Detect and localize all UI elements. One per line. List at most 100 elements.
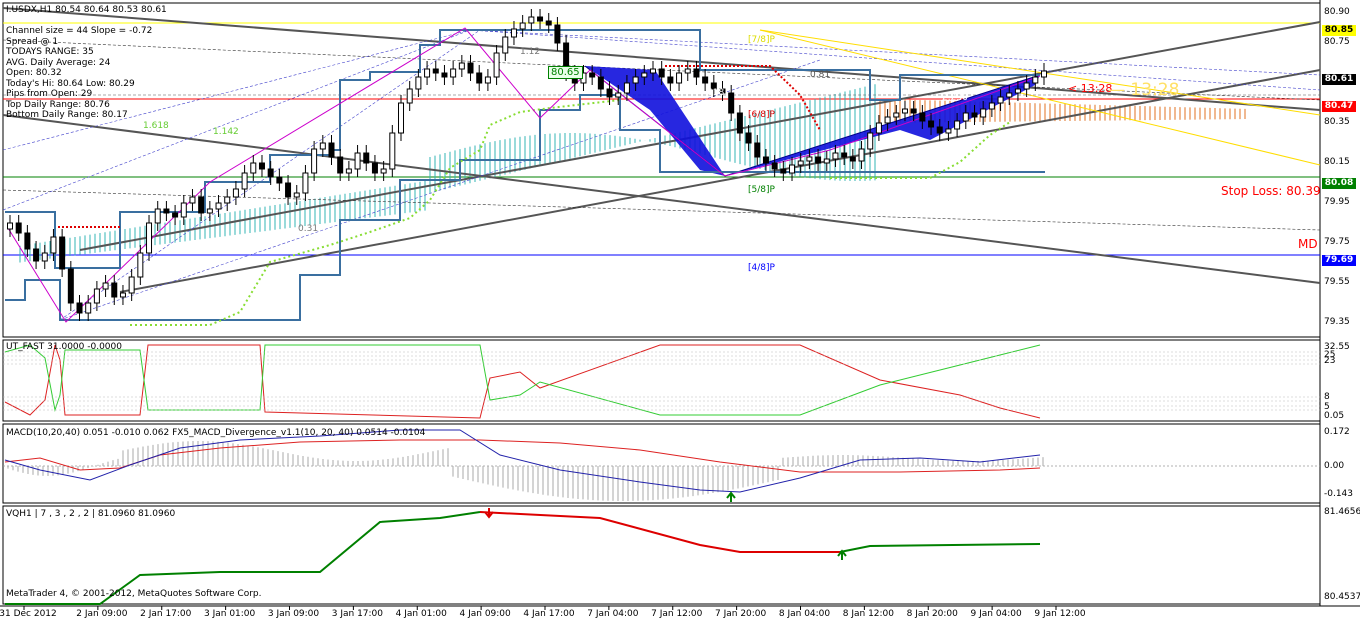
candle-body xyxy=(311,148,318,174)
candle-body xyxy=(841,152,848,158)
candle-body xyxy=(589,72,596,78)
price-tick: 80.35 xyxy=(1324,117,1350,127)
candle-body xyxy=(597,76,604,90)
candle-body xyxy=(111,282,118,298)
candle-body xyxy=(815,156,822,164)
candle-body xyxy=(919,112,926,122)
candle-body xyxy=(232,188,239,198)
candle-body xyxy=(67,268,74,304)
candle-body xyxy=(276,176,283,184)
copyright-text: MetaTrader 4, © 2001-2012, MetaQuotes So… xyxy=(6,589,262,599)
candle-body xyxy=(910,108,917,114)
fib-1618-label: 1.618 xyxy=(143,121,169,131)
candle-body xyxy=(319,142,326,150)
price-tick: 79.55 xyxy=(1324,277,1350,287)
candle-body xyxy=(180,202,187,218)
info-line: Bottom Daily Range: 80.17 xyxy=(6,110,128,120)
time-tick: 9 Jan 04:00 xyxy=(970,609,1022,619)
price-tick: 79.75 xyxy=(1324,237,1350,247)
candle-body xyxy=(33,248,40,262)
candle-body xyxy=(128,276,135,294)
candle-body xyxy=(302,172,309,194)
murrey-level-label: [5/8]P xyxy=(748,185,775,195)
ohlc-values: 80.54 80.64 80.53 80.61 xyxy=(55,5,167,15)
info-line: Top Daily Range: 80.76 xyxy=(6,99,110,110)
chart-window[interactable]: I.USDX,H1 80.54 80.64 80.53 80.61 Channe… xyxy=(0,0,1360,622)
candle-body xyxy=(424,68,431,78)
candle-body xyxy=(901,108,908,114)
candle-body xyxy=(250,162,257,174)
candle-body xyxy=(137,252,144,278)
candle-body xyxy=(102,282,109,290)
ut-fast-tick: 8 xyxy=(1324,392,1330,402)
price-label-box: 80.65 xyxy=(548,66,583,79)
fib-2236-label: 2.236 xyxy=(942,93,968,103)
candle-body xyxy=(41,252,48,262)
time-tick: 9 Jan 12:00 xyxy=(1034,609,1086,619)
candle-body xyxy=(1014,88,1021,94)
macd-tick: 0.00 xyxy=(1324,461,1345,471)
candle-body xyxy=(484,76,491,84)
time-label-big: — 13:28 xyxy=(1108,80,1180,100)
fib-081-label: 0.81 xyxy=(810,70,831,80)
time-tick: 8 Jan 12:00 xyxy=(842,609,895,619)
time-tick: 8 Jan 20:00 xyxy=(906,609,958,619)
candle-body xyxy=(754,142,761,158)
price-box: 80.08 xyxy=(1322,178,1356,189)
candle-body xyxy=(884,116,891,124)
candle-body xyxy=(15,222,22,234)
candle-body xyxy=(997,96,1004,104)
vqh-label: VQH1 | 7 , 3 , 2 , 2 | 81.0960 81.0960 xyxy=(6,509,176,519)
candle-body xyxy=(198,196,205,214)
symbol-header: I.USDX,H1 80.54 80.64 80.53 80.61 xyxy=(6,5,167,16)
info-line: AVG. Daily Average: 24 xyxy=(6,57,111,68)
candle-body xyxy=(293,192,300,198)
symbol-label: I.USDX,H1 xyxy=(6,5,53,15)
price-box: 79.69 xyxy=(1322,255,1356,266)
candle-body xyxy=(76,302,83,314)
time-tick: 7 Jan 04:00 xyxy=(587,609,639,619)
stop-loss-label: Stop Loss: 80.39 xyxy=(1221,184,1321,198)
info-line: Today's Hi: 80.64 Low: 80.29 xyxy=(6,78,135,89)
candle-body xyxy=(59,236,66,270)
candle-body xyxy=(945,128,952,134)
candle-body xyxy=(371,162,378,174)
candle-body xyxy=(85,302,92,314)
candle-body xyxy=(24,232,31,250)
time-label-small: < 13:28 xyxy=(1068,82,1113,95)
candle-body xyxy=(1006,92,1013,98)
candle-body xyxy=(623,82,630,94)
candle-body xyxy=(606,88,613,98)
vqh-tick: 81.4656 xyxy=(1324,507,1360,517)
candle-body xyxy=(537,16,544,22)
candle-body xyxy=(832,152,839,160)
candle-body xyxy=(875,122,882,134)
time-tick: 2 Jan 17:00 xyxy=(140,609,192,619)
candle-body xyxy=(476,72,483,84)
candle-body xyxy=(962,112,969,122)
time-tick: 4 Jan 01:00 xyxy=(395,609,447,619)
candle-body xyxy=(224,196,231,204)
candle-body xyxy=(971,112,978,118)
candle-body xyxy=(154,208,161,224)
time-tick: 4 Jan 17:00 xyxy=(523,609,575,619)
time-tick: 4 Jan 09:00 xyxy=(459,609,511,619)
candle-body xyxy=(849,156,856,162)
candle-body xyxy=(928,120,935,128)
candle-body xyxy=(7,222,13,230)
price-tick: 80.15 xyxy=(1324,157,1350,167)
candle-body xyxy=(615,92,622,98)
ut-fast-label: UT_FAST 31.0000 -0.0000 xyxy=(6,342,122,352)
time-tick: 3 Jan 01:00 xyxy=(203,609,256,619)
info-line: TODAYS RANGE: 35 xyxy=(6,47,94,57)
price-tick: 80.75 xyxy=(1324,37,1350,47)
time-tick: 8 Jan 04:00 xyxy=(778,609,831,619)
candle-body xyxy=(398,102,405,134)
candle-body xyxy=(823,158,830,164)
panel-frame-1 xyxy=(2,2,1321,338)
candle-body xyxy=(1041,70,1047,78)
candle-body xyxy=(363,152,370,164)
candle-body xyxy=(736,112,743,134)
candle-body xyxy=(189,196,196,204)
murrey-level-label: [6/8]P xyxy=(748,110,775,120)
